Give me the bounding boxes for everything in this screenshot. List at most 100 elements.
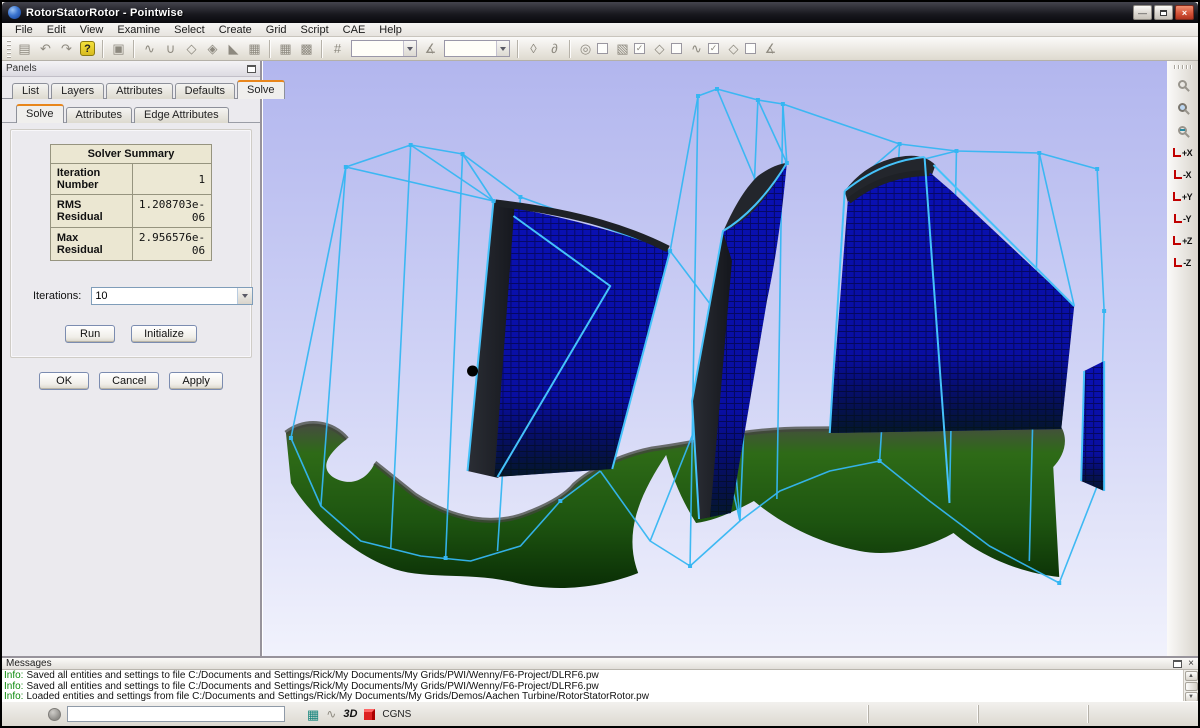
close-button[interactable]: × xyxy=(1175,5,1194,20)
show-domains-checkbox[interactable] xyxy=(671,43,682,54)
subtab-edge-attributes[interactable]: Edge Attributes xyxy=(134,107,229,123)
surface-icon[interactable]: ◊ xyxy=(523,39,544,59)
show-database-checkbox[interactable] xyxy=(597,43,608,54)
apply-button[interactable]: Apply xyxy=(169,372,223,390)
message-log[interactable]: Info:Saved all entities and settings to … xyxy=(2,670,1183,704)
view-minus-x-button[interactable]: -X xyxy=(1170,164,1196,185)
redo-icon[interactable]: ↷ xyxy=(56,39,77,59)
create-domain-grid-icon[interactable]: ◈ xyxy=(202,39,223,59)
spacing-combo-arrow[interactable] xyxy=(496,41,509,56)
cancel-button[interactable]: Cancel xyxy=(99,372,159,390)
tab-defaults[interactable]: Defaults xyxy=(175,83,235,99)
panels-title: Panels xyxy=(6,63,37,74)
axis-icon xyxy=(1174,258,1182,267)
iterations-combo[interactable] xyxy=(91,287,253,305)
table-row: Iteration Number 1 xyxy=(50,164,211,195)
view-minus-z-button[interactable]: -Z xyxy=(1170,252,1196,273)
menu-edit[interactable]: Edit xyxy=(40,23,73,37)
restore-icon xyxy=(1160,10,1167,16)
menu-select[interactable]: Select xyxy=(167,23,212,37)
show-spacings-icon[interactable]: ◇ xyxy=(723,39,744,59)
iterations-combo-arrow[interactable] xyxy=(237,288,252,304)
create-extrude-icon[interactable]: ◣ xyxy=(223,39,244,59)
dimension-icon[interactable]: # xyxy=(327,39,348,59)
viewport-3d-scene[interactable] xyxy=(263,61,1167,656)
minimize-button[interactable]: — xyxy=(1133,5,1152,20)
initialize-button[interactable]: Initialize xyxy=(131,325,197,343)
status-progress-field[interactable] xyxy=(67,706,285,722)
view-plus-x-button[interactable]: +X xyxy=(1170,142,1196,163)
zoom-to-fit-icon[interactable] xyxy=(1171,96,1195,118)
dimension-combo[interactable] xyxy=(351,40,417,57)
tab-list[interactable]: List xyxy=(12,83,49,99)
menu-grid[interactable]: Grid xyxy=(259,23,294,37)
link-icon: ∿ xyxy=(326,708,336,720)
show-blocks-icon[interactable]: ▧ xyxy=(612,39,633,59)
scroll-up-icon[interactable]: ▲ xyxy=(1185,671,1198,681)
tab-layers[interactable]: Layers xyxy=(51,83,104,99)
messages-scrollbar[interactable]: ▲ ▼ xyxy=(1183,670,1198,704)
menu-cae[interactable]: CAE xyxy=(336,23,373,37)
menu-script[interactable]: Script xyxy=(294,23,336,37)
menu-view[interactable]: View xyxy=(73,23,111,37)
view-toolbar: +X -X +Y -Y +Z -Z xyxy=(1166,61,1198,656)
subtab-attributes[interactable]: Attributes xyxy=(66,107,132,123)
layers-icon[interactable]: ▣ xyxy=(108,39,129,59)
close-messages-icon[interactable]: × xyxy=(1188,659,1194,669)
help-icon[interactable]: ? xyxy=(77,39,98,59)
create-connector-icon[interactable]: ∿ xyxy=(139,39,160,59)
solve-groupbox: Solver Summary Iteration Number 1 RMS Re… xyxy=(10,129,252,358)
spacing-angle-icon[interactable]: ∡ xyxy=(420,39,441,59)
float-messages-icon[interactable] xyxy=(1173,660,1182,668)
main-toolbar: ▤ ↶ ↷ ? ▣ ∿ ∪ ◇ ◈ ◣ ▦ ▦ ▩ # ∡ ◊ ∂ ◎ ▧ ✓ xyxy=(2,37,1198,61)
dimension-input[interactable] xyxy=(352,41,403,56)
menu-file[interactable]: File xyxy=(8,23,40,37)
spacing-input[interactable] xyxy=(445,41,496,56)
titlebar[interactable]: RotorStatorRotor - Pointwise — × xyxy=(2,2,1198,23)
iterations-input[interactable] xyxy=(92,288,237,304)
show-angles-icon[interactable]: ∡ xyxy=(760,39,781,59)
tab-attributes[interactable]: Attributes xyxy=(106,83,172,99)
menu-examine[interactable]: Examine xyxy=(110,23,167,37)
menu-help[interactable]: Help xyxy=(372,23,409,37)
show-blocks-checkbox[interactable]: ✓ xyxy=(634,43,645,54)
axis-icon xyxy=(1174,170,1182,179)
toolbar-separator xyxy=(517,40,519,58)
view-plus-y-button[interactable]: +Y xyxy=(1170,186,1196,207)
toolbar-separator xyxy=(133,40,135,58)
subtab-solve[interactable]: Solve xyxy=(16,104,64,123)
create-curve-icon[interactable]: ∪ xyxy=(160,39,181,59)
structured-grid-icon[interactable]: ▦ xyxy=(275,39,296,59)
show-connectors-checkbox[interactable]: ✓ xyxy=(708,43,719,54)
ok-button[interactable]: OK xyxy=(39,372,89,390)
unstructured-grid-icon[interactable]: ▩ xyxy=(296,39,317,59)
toolbar-drag-handle[interactable] xyxy=(1174,65,1192,69)
zoom-icon[interactable] xyxy=(1171,73,1195,95)
show-database-icon[interactable]: ◎ xyxy=(575,39,596,59)
restore-button[interactable] xyxy=(1154,5,1173,20)
menu-create[interactable]: Create xyxy=(212,23,259,37)
undo-icon[interactable]: ↶ xyxy=(35,39,56,59)
float-panel-icon[interactable] xyxy=(247,65,256,73)
dimension-indicator: 3D xyxy=(343,708,357,720)
scrollbar-thumb[interactable] xyxy=(1185,682,1198,691)
save-icon[interactable]: ▤ xyxy=(14,39,35,59)
max-residual-value: 2.956576e-06 xyxy=(132,228,211,261)
toolbar-drag-handle[interactable] xyxy=(7,40,11,58)
zoom-reset-icon[interactable] xyxy=(1171,119,1195,141)
selected-point-marker[interactable] xyxy=(467,366,478,377)
create-domain-icon[interactable]: ◇ xyxy=(181,39,202,59)
show-domains-icon[interactable]: ◇ xyxy=(649,39,670,59)
show-spacings-checkbox[interactable] xyxy=(745,43,756,54)
dimension-combo-arrow[interactable] xyxy=(403,41,416,56)
spacing-combo[interactable] xyxy=(444,40,510,57)
partial-derivative-icon[interactable]: ∂ xyxy=(544,39,565,59)
messages-header: Messages × xyxy=(2,658,1198,670)
view-minus-y-button[interactable]: -Y xyxy=(1170,208,1196,229)
viewport-3d[interactable] xyxy=(262,61,1166,656)
run-button[interactable]: Run xyxy=(65,325,115,343)
tab-solve[interactable]: Solve xyxy=(237,80,285,99)
show-connectors-icon[interactable]: ∿ xyxy=(686,39,707,59)
view-plus-z-button[interactable]: +Z xyxy=(1170,230,1196,251)
create-block-icon[interactable]: ▦ xyxy=(244,39,265,59)
